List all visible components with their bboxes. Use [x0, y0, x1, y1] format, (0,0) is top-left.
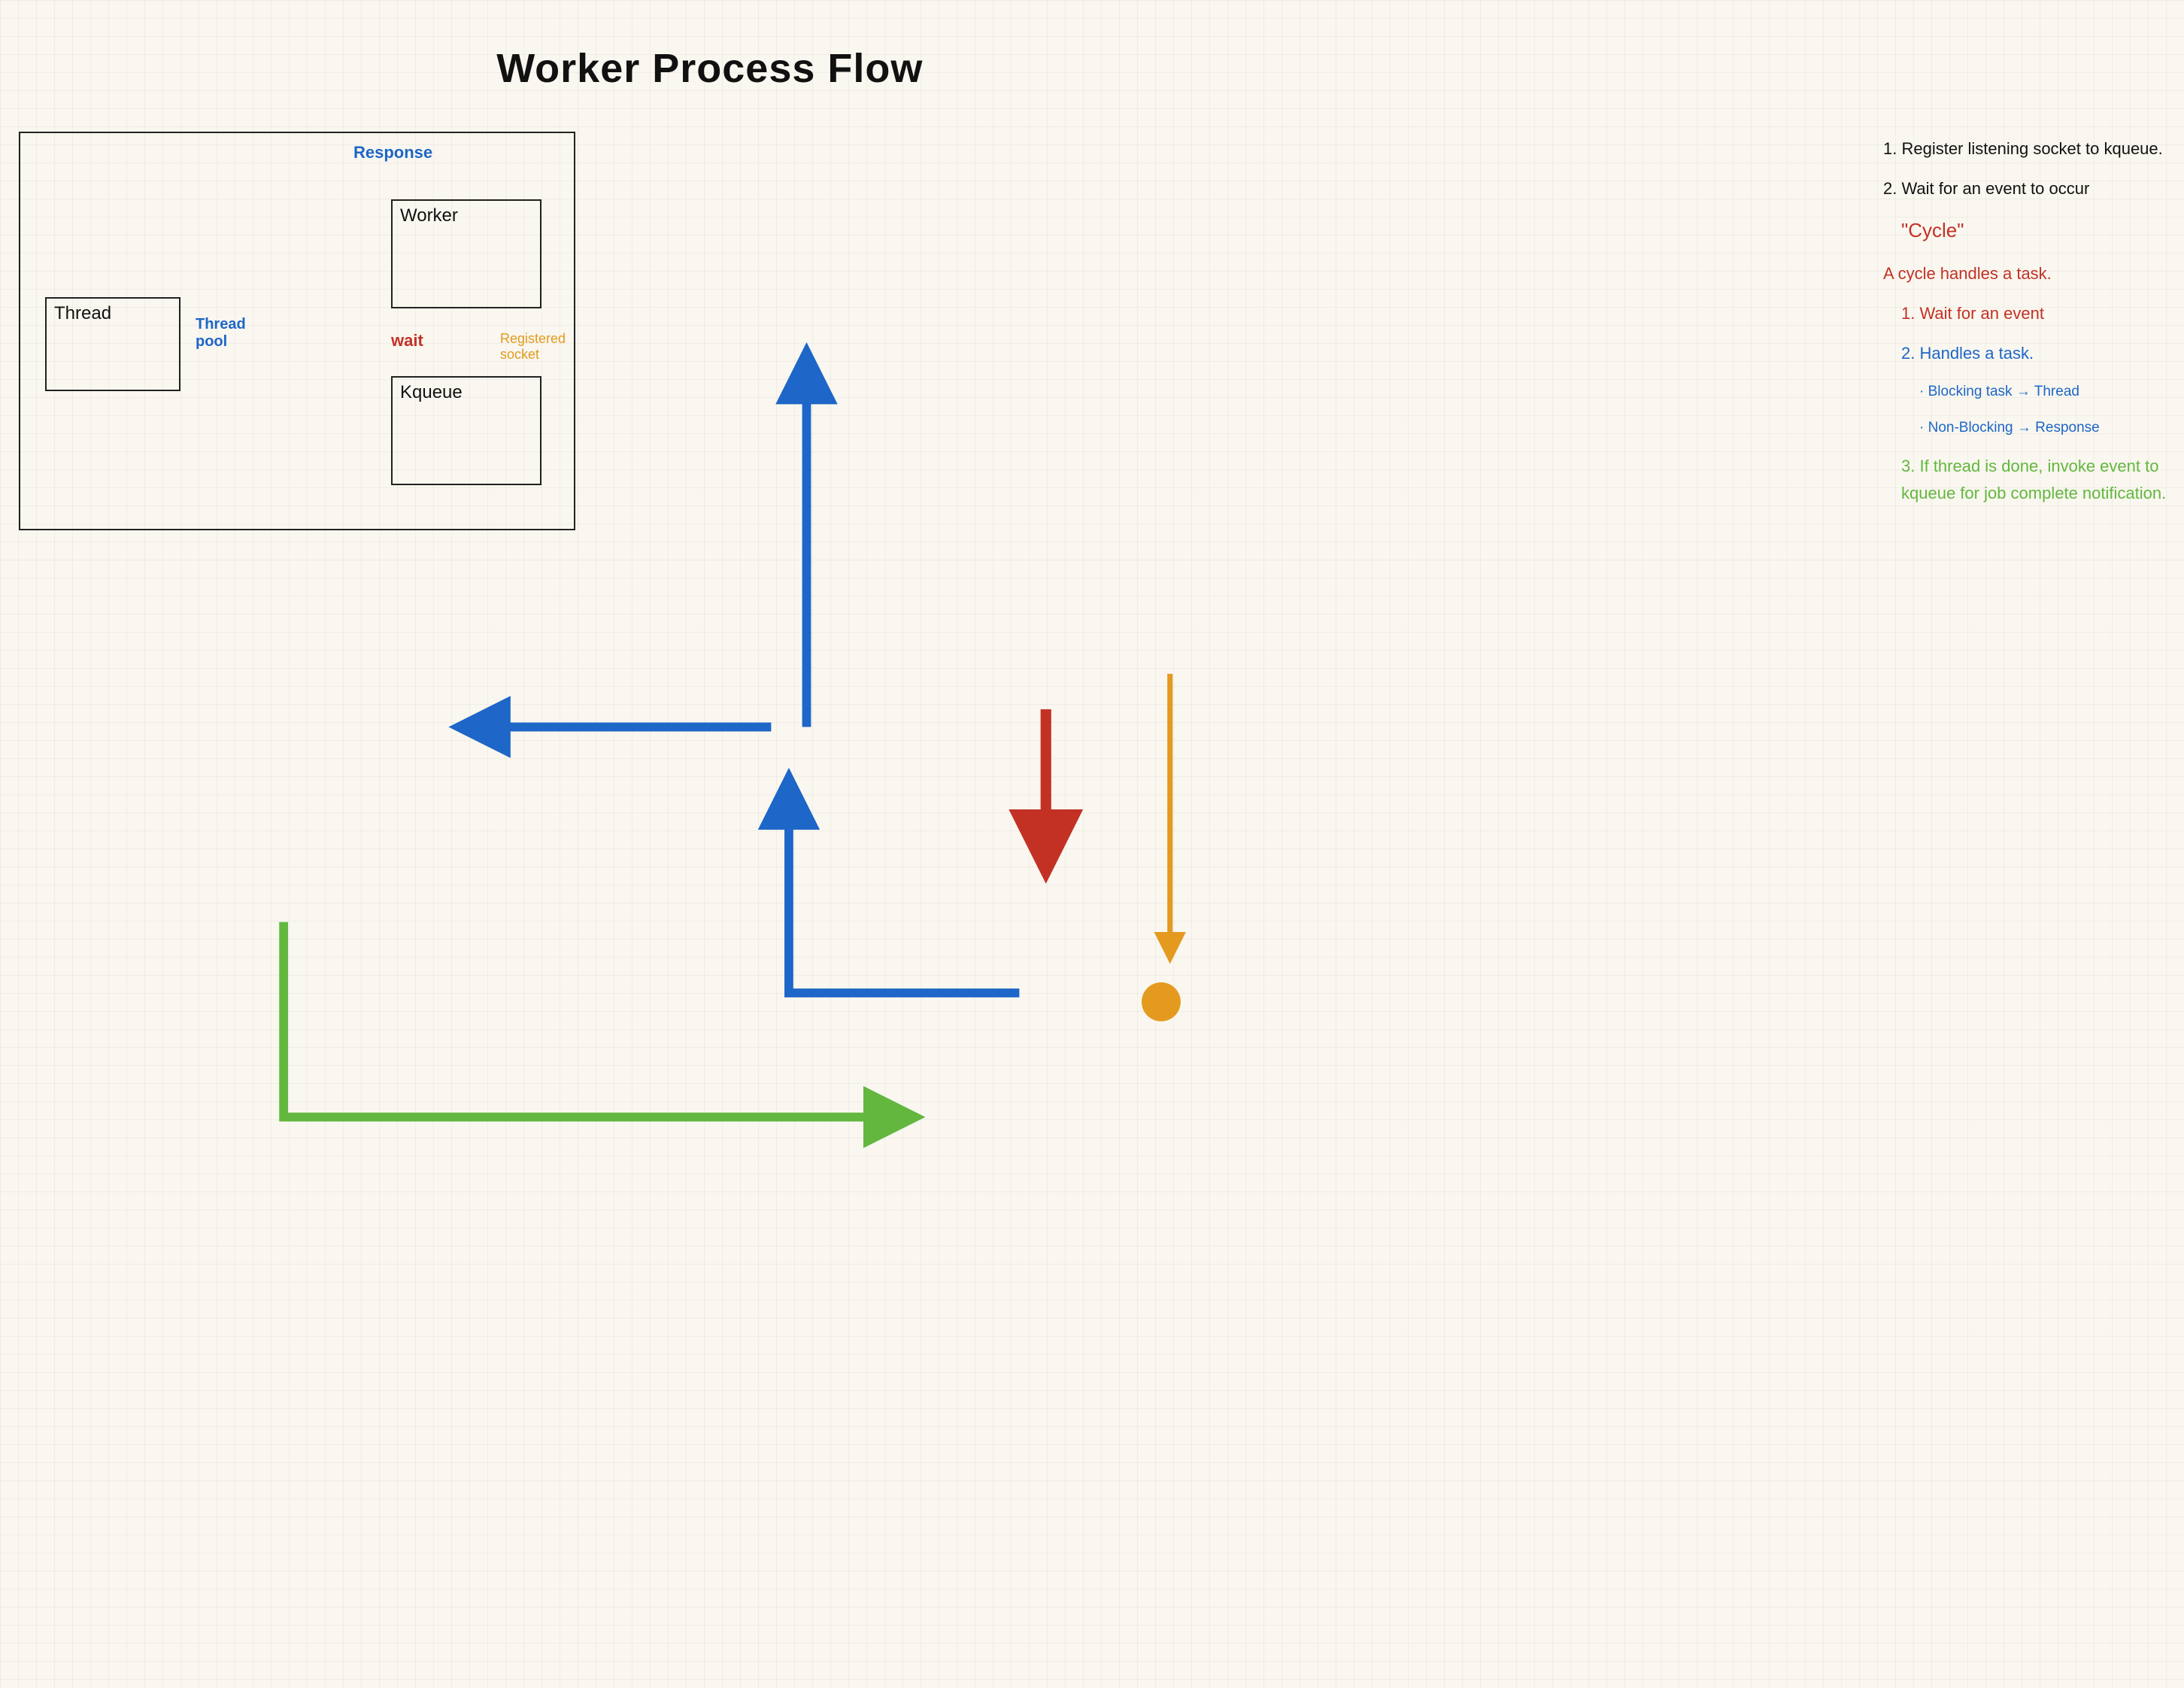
thread-box: Thread	[45, 297, 180, 391]
note-cycle-2b: · Non-Blocking → Response	[1919, 417, 2169, 439]
thread-label: Thread	[54, 303, 111, 324]
diagram-title: Worker Process Flow	[0, 45, 1420, 92]
worker-label: Worker	[400, 205, 458, 226]
note-cycle-2a: · Blocking task → Thread	[1919, 381, 2169, 403]
thread-pool-label: Thread pool	[196, 316, 246, 351]
note-cycle: "Cycle"	[1901, 215, 2169, 247]
note-cycle-3: 3. If thread is done, invoke event to kq…	[1901, 453, 2169, 505]
arrow-thread-to-kqueue	[284, 922, 913, 1117]
diagram-canvas: Worker Process Flow Thread Worker Kqueue…	[0, 0, 2184, 1688]
worker-box: Worker	[391, 199, 541, 308]
registered-socket-label: Registered socket	[500, 331, 566, 363]
wait-label: wait	[391, 331, 423, 351]
registered-socket-dot	[1142, 982, 1181, 1022]
kqueue-box: Kqueue	[391, 376, 541, 485]
arrow-kqueue-up	[789, 780, 1019, 993]
note-cycle-2: 2. Handles a task.	[1901, 340, 2169, 366]
note-1: 1. Register listening socket to kqueue.	[1883, 135, 2169, 162]
kqueue-label: Kqueue	[400, 382, 463, 403]
note-cycle-desc: A cycle handles a task.	[1883, 260, 2169, 287]
note-cycle-1: 1. Wait for an event	[1901, 300, 2169, 326]
notes-panel: 1. Register listening socket to kqueue. …	[1883, 135, 2169, 520]
response-label: Response	[353, 143, 432, 162]
note-2: 2. Wait for an event to occur	[1883, 175, 2169, 202]
